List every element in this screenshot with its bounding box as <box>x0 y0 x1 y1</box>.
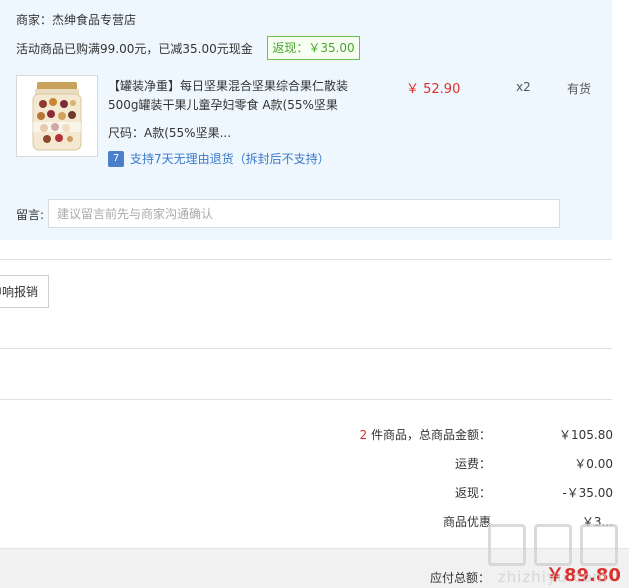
shipping-value: ￥0.00 <box>574 457 613 471</box>
invoice-button[interactable]: 申响报销 <box>0 275 49 308</box>
divider <box>0 348 612 349</box>
item-count-suffix: 件商品，总商品金额： <box>367 428 491 442</box>
product-title-line2[interactable]: 500g罐装干果儿童孕妇零食 A款(55%坚果 <box>108 96 338 113</box>
divider <box>0 259 612 260</box>
payment-amount: ￥89.80 <box>546 565 621 586</box>
rebate-label: 返现： <box>454 486 491 500</box>
product-image[interactable] <box>16 75 98 157</box>
return-policy[interactable]: 7 支持7天无理由退货（拆封后不支持） <box>108 150 330 167</box>
message-input[interactable] <box>48 199 560 228</box>
product-quantity: x2 <box>516 80 531 94</box>
summary-total-label: 2 件商品，总商品金额： <box>360 426 491 443</box>
payment-bar: 应付总额： ￥89.80 <box>0 548 629 588</box>
order-panel: 商家：杰绅食品专营店 活动商品已购满99.00元，已减35.00元现金 返现：￥… <box>0 0 612 240</box>
seven-day-return-icon: 7 <box>108 150 124 167</box>
message-label: 留言: <box>16 208 45 222</box>
product-price: ￥ 52.90 <box>406 82 461 97</box>
product-title-line1[interactable]: 【罐装净重】每日坚果混合坚果综合果仁散装 <box>108 77 348 94</box>
promo-text: 活动商品已购满99.00元，已减35.00元现金 <box>16 42 253 56</box>
merchant-name: 商家：杰绅食品专营店 <box>16 13 137 27</box>
shipping-label: 运费： <box>454 457 491 471</box>
mixed-nuts-jar-icon <box>32 82 82 151</box>
return-policy-text: 支持7天无理由退货（拆封后不支持） <box>130 152 330 166</box>
discount-value: ￥3... <box>581 515 613 529</box>
product-spec: 尺码：A款(55%坚果... <box>108 126 232 140</box>
rebate-value: -￥35.00 <box>562 486 613 500</box>
payment-label: 应付总额： <box>430 571 491 585</box>
divider <box>0 399 612 400</box>
rebate-badge: 返现：￥35.00 <box>267 36 360 60</box>
stock-status: 有货 <box>567 82 592 96</box>
discount-label: 商品优惠 <box>442 515 491 529</box>
summary-total-value: ￥105.80 <box>559 428 613 442</box>
